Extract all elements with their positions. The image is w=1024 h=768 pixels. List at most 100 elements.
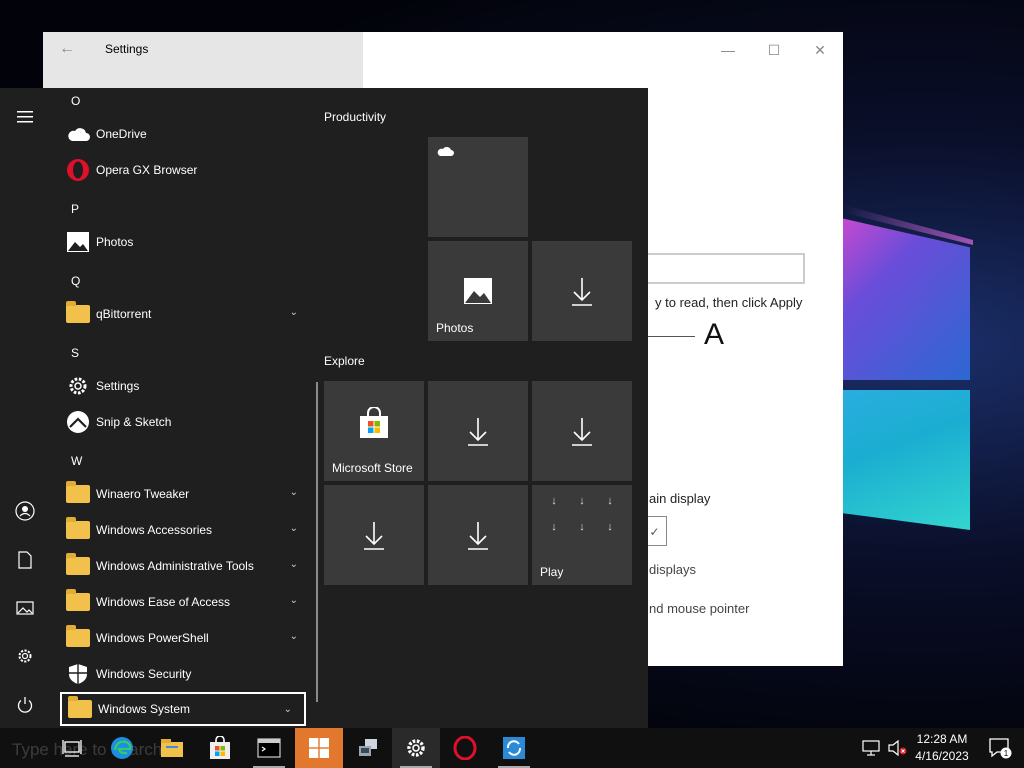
tile-download[interactable] bbox=[324, 485, 424, 585]
tile-onedrive[interactable] bbox=[428, 137, 528, 237]
taskbar-settings[interactable] bbox=[392, 728, 440, 768]
tile-download[interactable] bbox=[428, 381, 528, 481]
app-list-scrollbar[interactable] bbox=[316, 382, 318, 702]
sync-icon bbox=[503, 737, 525, 759]
app-item-windows-ease-of-access[interactable]: Windows Ease of Access ⌄ bbox=[60, 585, 310, 619]
tile-download[interactable] bbox=[532, 241, 632, 341]
start-rail bbox=[0, 88, 50, 728]
chevron-down-icon[interactable]: ⌄ bbox=[290, 631, 298, 642]
mini-download-icon: ↓ bbox=[607, 521, 613, 533]
mouse-pointer-link[interactable]: nd mouse pointer bbox=[649, 601, 749, 616]
power-icon bbox=[17, 697, 33, 713]
pictures-button[interactable] bbox=[8, 591, 42, 625]
hamburger-icon bbox=[17, 111, 33, 123]
wallpaper-window-pane bbox=[843, 390, 970, 530]
text-size-slider-track[interactable] bbox=[643, 336, 695, 337]
maximize-button[interactable]: ☐ bbox=[751, 38, 797, 62]
hamburger-menu-button[interactable] bbox=[8, 100, 42, 134]
app-item-qbittorrent[interactable]: qBittorrent ⌄ bbox=[60, 297, 310, 331]
taskbar-file-explorer[interactable] bbox=[148, 728, 196, 768]
settings-titlebar: ← Settings — ☐ ✕ bbox=[43, 32, 843, 68]
letter-header-q[interactable]: Q bbox=[71, 274, 80, 288]
app-item-windows-system[interactable]: Windows System ⌄ bbox=[60, 692, 306, 726]
action-center-button[interactable]: 1 bbox=[976, 728, 1024, 768]
chevron-down-icon[interactable]: ⌄ bbox=[284, 704, 292, 715]
tile-play-folder[interactable]: ↓ ↓ ↓ ↓ ↓ ↓ Play bbox=[532, 485, 632, 585]
app-item-photos[interactable]: Photos bbox=[60, 225, 310, 259]
documents-button[interactable] bbox=[8, 543, 42, 577]
start-menu: O OneDrive Opera GX Browser P Photos Q q… bbox=[0, 88, 648, 728]
letter-header-p[interactable]: P bbox=[71, 202, 79, 216]
app-label: Photos bbox=[96, 235, 134, 249]
minimize-button[interactable]: — bbox=[705, 38, 751, 62]
download-arrow-icon bbox=[364, 522, 384, 550]
picture-icon bbox=[16, 601, 34, 615]
app-label: Settings bbox=[96, 379, 140, 393]
taskbar-edge[interactable] bbox=[98, 728, 146, 768]
task-view-button[interactable] bbox=[48, 728, 96, 768]
back-arrow-icon[interactable]: ← bbox=[59, 40, 75, 58]
app-item-onedrive[interactable]: OneDrive bbox=[60, 117, 310, 151]
file-explorer-icon bbox=[161, 739, 183, 757]
mini-download-icon: ↓ bbox=[551, 521, 557, 533]
chevron-down-icon[interactable]: ⌄ bbox=[290, 523, 298, 534]
store-icon bbox=[210, 736, 230, 759]
chevron-down-icon[interactable]: ⌄ bbox=[290, 595, 298, 606]
snip-icon bbox=[67, 411, 89, 433]
app-item-windows-admin-tools[interactable]: Windows Administrative Tools ⌄ bbox=[60, 549, 310, 583]
clock-time[interactable]: 12:28 AM bbox=[910, 732, 974, 746]
app-item-opera-gx[interactable]: Opera GX Browser bbox=[60, 153, 310, 187]
shield-icon bbox=[69, 664, 87, 684]
tile-download[interactable] bbox=[428, 485, 528, 585]
taskbar-terminal[interactable] bbox=[245, 728, 293, 768]
user-account-button[interactable] bbox=[8, 494, 42, 528]
tile-photos[interactable]: Photos bbox=[428, 241, 528, 341]
opera-icon bbox=[453, 736, 477, 760]
displays-link[interactable]: displays bbox=[649, 562, 696, 577]
folder-icon bbox=[66, 553, 90, 575]
mini-download-icon: ↓ bbox=[579, 495, 585, 507]
instruction-text: y to read, then click Apply bbox=[655, 295, 803, 310]
app-item-snip-sketch[interactable]: Snip & Sketch bbox=[60, 405, 310, 439]
settings-button[interactable] bbox=[8, 639, 42, 673]
folder-icon bbox=[66, 625, 90, 647]
app-label: Windows System bbox=[98, 702, 191, 716]
network-computer-icon bbox=[359, 739, 377, 756]
letter-header-o[interactable]: O bbox=[71, 94, 80, 108]
tray-volume-button[interactable] bbox=[884, 728, 910, 768]
tray-network-button[interactable] bbox=[858, 728, 884, 768]
app-item-winaero-tweaker[interactable]: Winaero Tweaker ⌄ bbox=[60, 477, 310, 511]
close-button[interactable]: ✕ bbox=[797, 38, 843, 62]
app-label: Windows Accessories bbox=[96, 523, 213, 537]
app-item-windows-powershell[interactable]: Windows PowerShell ⌄ bbox=[60, 621, 310, 655]
tile-label: Microsoft Store bbox=[332, 461, 413, 475]
chevron-down-icon[interactable]: ⌄ bbox=[290, 307, 298, 318]
app-label: Windows Administrative Tools bbox=[96, 559, 254, 573]
onedrive-icon bbox=[437, 146, 454, 156]
taskbar-sync-app[interactable] bbox=[490, 728, 538, 768]
chevron-down-icon[interactable]: ⌄ bbox=[290, 487, 298, 498]
group-title-productivity[interactable]: Productivity bbox=[324, 110, 386, 124]
gear-icon bbox=[18, 649, 32, 663]
app-item-windows-security[interactable]: Windows Security bbox=[60, 657, 310, 691]
clock-date[interactable]: 4/16/2023 bbox=[910, 749, 974, 763]
group-title-explore[interactable]: Explore bbox=[324, 354, 365, 368]
tile-download[interactable] bbox=[532, 381, 632, 481]
chevron-down-icon[interactable]: ⌄ bbox=[290, 559, 298, 570]
windows-logo-icon bbox=[309, 738, 329, 758]
folder-icon bbox=[66, 481, 90, 503]
app-item-settings[interactable]: Settings bbox=[60, 369, 310, 403]
taskbar-store[interactable] bbox=[196, 728, 244, 768]
taskbar-network-app[interactable] bbox=[344, 728, 392, 768]
start-button[interactable] bbox=[295, 728, 343, 768]
letter-header-w[interactable]: W bbox=[71, 454, 82, 468]
app-label: Windows PowerShell bbox=[96, 631, 209, 645]
app-item-windows-accessories[interactable]: Windows Accessories ⌄ bbox=[60, 513, 310, 547]
window-title: Settings bbox=[105, 42, 149, 56]
download-arrow-icon bbox=[572, 278, 592, 306]
letter-header-s[interactable]: S bbox=[71, 346, 79, 360]
power-button[interactable] bbox=[8, 688, 42, 722]
notification-icon: 1 bbox=[989, 738, 1012, 759]
taskbar-opera-gx[interactable] bbox=[441, 728, 489, 768]
tile-microsoft-store[interactable]: Microsoft Store bbox=[324, 381, 424, 481]
